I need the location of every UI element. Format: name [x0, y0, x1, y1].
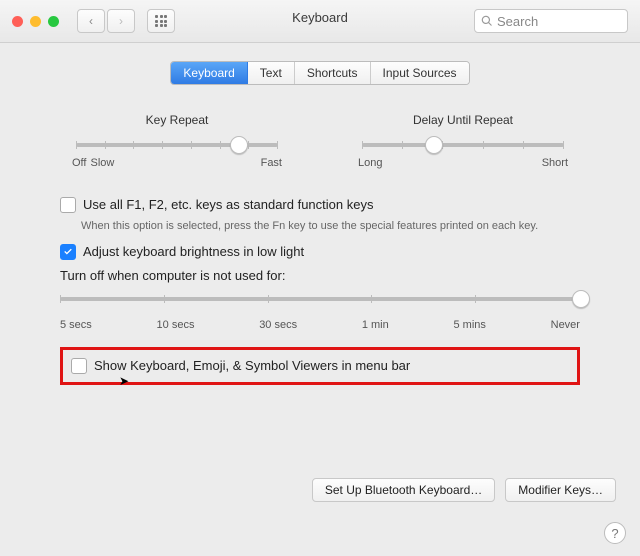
chevron-right-icon: ›	[119, 14, 123, 28]
help-button[interactable]: ?	[604, 522, 626, 544]
tick-never: Never	[551, 319, 580, 331]
key-repeat-slider[interactable]	[76, 143, 278, 147]
key-repeat-block: Key Repeat Off Slow Fast	[72, 113, 282, 169]
content: Keyboard Text Shortcuts Input Sources Ke…	[0, 43, 640, 556]
key-repeat-slow-label: Slow	[90, 157, 114, 169]
key-repeat-fast-label: Fast	[261, 157, 282, 169]
close-window-icon[interactable]	[12, 16, 23, 27]
turnoff-labels: 5 secs 10 secs 30 secs 1 min 5 mins Neve…	[60, 319, 580, 331]
footer-buttons: Set Up Bluetooth Keyboard… Modifier Keys…	[312, 478, 616, 502]
repeat-sliders: Key Repeat Off Slow Fast Delay Until Rep…	[24, 113, 616, 169]
search-placeholder: Search	[497, 14, 538, 29]
use-fn-label: Use all F1, F2, etc. keys as standard fu…	[83, 197, 373, 212]
preferences-window: ‹ › Keyboard Search Keyboard Text Shortc…	[0, 0, 640, 556]
key-repeat-title: Key Repeat	[72, 113, 282, 127]
tick-30s: 30 secs	[259, 319, 297, 331]
back-button[interactable]: ‹	[77, 9, 105, 33]
tab-bar: Keyboard Text Shortcuts Input Sources	[24, 61, 616, 85]
use-fn-checkbox[interactable]	[60, 197, 76, 213]
tick-10s: 10 secs	[157, 319, 195, 331]
turnoff-slider-block: 5 secs 10 secs 30 secs 1 min 5 mins Neve…	[60, 297, 580, 331]
search-icon	[481, 15, 493, 27]
delay-repeat-slider[interactable]	[362, 143, 564, 147]
zoom-window-icon[interactable]	[48, 16, 59, 27]
brightness-label: Adjust keyboard brightness in low light	[83, 244, 304, 259]
check-icon	[63, 247, 73, 257]
tab-input-sources[interactable]: Input Sources	[371, 62, 469, 84]
delay-long-label: Long	[358, 157, 382, 169]
titlebar: ‹ › Keyboard Search	[0, 0, 640, 43]
tab-shortcuts[interactable]: Shortcuts	[295, 62, 371, 84]
minimize-window-icon[interactable]	[30, 16, 41, 27]
delay-repeat-title: Delay Until Repeat	[358, 113, 568, 127]
cursor-icon: ➤	[119, 374, 129, 388]
brightness-row: Adjust keyboard brightness in low light	[60, 244, 580, 260]
show-viewers-checkbox[interactable]	[71, 358, 87, 374]
tick-5s: 5 secs	[60, 319, 92, 331]
turnoff-knob[interactable]	[572, 290, 590, 308]
nav-buttons: ‹ ›	[77, 9, 135, 33]
turnoff-header: Turn off when computer is not used for:	[60, 268, 580, 283]
turnoff-slider[interactable]	[60, 297, 580, 301]
key-repeat-off-label: Off	[72, 157, 86, 169]
tick-1m: 1 min	[362, 319, 389, 331]
use-fn-row: Use all F1, F2, etc. keys as standard fu…	[60, 197, 580, 213]
options: Use all F1, F2, etc. keys as standard fu…	[60, 197, 580, 385]
tabs: Keyboard Text Shortcuts Input Sources	[170, 61, 469, 85]
show-all-button[interactable]	[147, 9, 175, 33]
tick-5m: 5 mins	[453, 319, 485, 331]
grid-icon	[155, 15, 167, 27]
delay-repeat-block: Delay Until Repeat Long Short	[358, 113, 568, 169]
search-field[interactable]: Search	[474, 9, 628, 33]
use-fn-hint: When this option is selected, press the …	[81, 219, 580, 234]
brightness-checkbox[interactable]	[60, 244, 76, 260]
key-repeat-knob[interactable]	[230, 136, 248, 154]
setup-bluetooth-button[interactable]: Set Up Bluetooth Keyboard…	[312, 478, 495, 502]
show-viewers-label: Show Keyboard, Emoji, & Symbol Viewers i…	[94, 358, 410, 373]
window-controls	[12, 16, 59, 27]
tab-text[interactable]: Text	[248, 62, 295, 84]
modifier-keys-button[interactable]: Modifier Keys…	[505, 478, 616, 502]
delay-repeat-knob[interactable]	[425, 136, 443, 154]
tab-keyboard[interactable]: Keyboard	[171, 62, 247, 84]
delay-short-label: Short	[542, 157, 568, 169]
chevron-left-icon: ‹	[89, 14, 93, 28]
forward-button[interactable]: ›	[107, 9, 135, 33]
show-viewers-row: Show Keyboard, Emoji, & Symbol Viewers i…	[60, 347, 580, 385]
